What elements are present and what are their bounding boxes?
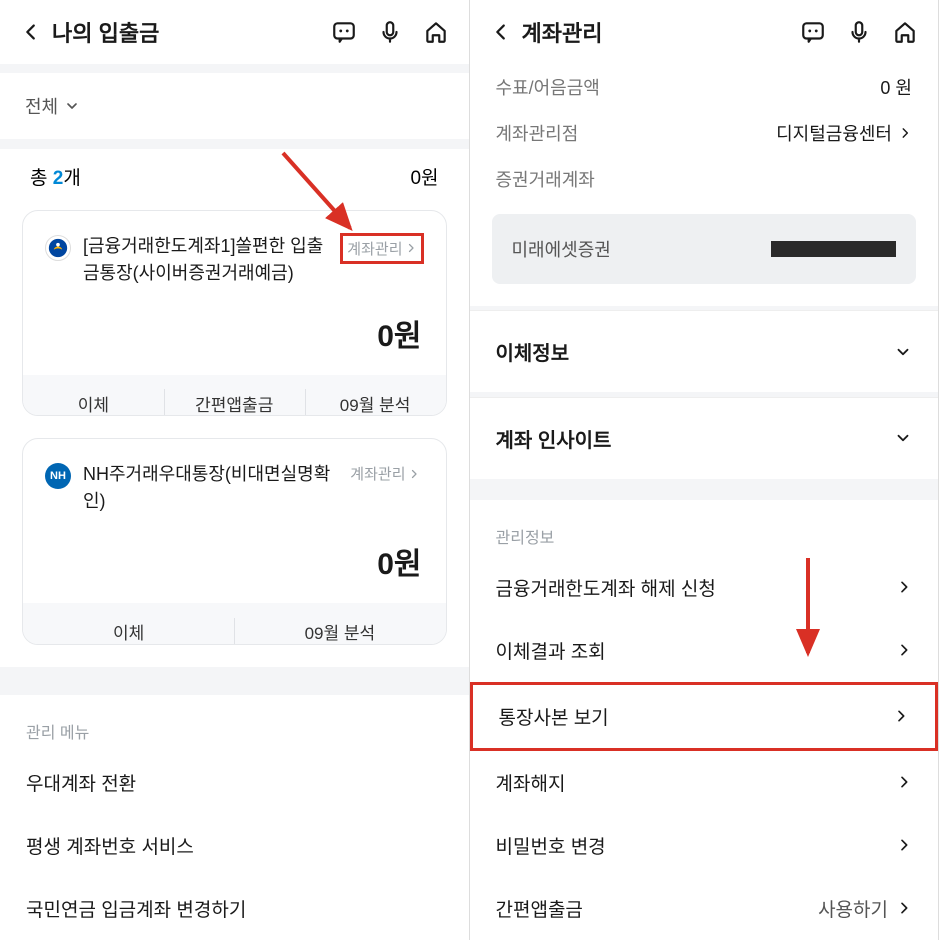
transfer-info-expander[interactable]: 이체정보: [470, 310, 939, 392]
chatbot-icon[interactable]: [331, 19, 357, 45]
total-pre: 총: [30, 168, 53, 189]
bank-logo-shinhan: [45, 235, 71, 261]
account-name: [금융거래한도계좌1]쏠편한 입출금통장(사이버증권거래예금): [83, 233, 328, 287]
mgmt-transfer-result[interactable]: 이체결과 조회: [470, 619, 939, 682]
chevron-right-icon: [896, 579, 912, 595]
mgmt-bankbook-copy[interactable]: 통장사본 보기: [470, 682, 939, 751]
expander-label: 이체정보: [496, 337, 570, 366]
filter-dropdown[interactable]: 전체: [0, 73, 469, 139]
home-icon[interactable]: [423, 19, 449, 45]
account-insight-expander[interactable]: 계좌 인사이트: [470, 397, 939, 479]
menu-text: 평생 계좌번호 서비스: [26, 832, 194, 859]
balance: 0원: [23, 287, 446, 375]
transfer-button[interactable]: 이체: [23, 375, 164, 417]
chevron-right-icon: [896, 642, 912, 658]
account-card: [금융거래한도계좌1]쏠편한 입출금통장(사이버증권거래예금) 계좌관리 0원 …: [22, 210, 447, 417]
chevron-right-icon: [898, 126, 912, 140]
mgmt-label: 계좌관리: [347, 238, 402, 259]
home-icon[interactable]: [892, 19, 918, 45]
menu-text: 계좌해지: [496, 769, 566, 796]
account-manage-link[interactable]: 계좌관리: [340, 233, 423, 264]
menu-lifetime-account[interactable]: 평생 계좌번호 서비스: [0, 814, 469, 877]
menu-text: 통장사본 보기: [499, 703, 609, 730]
info-value: 0 원: [880, 74, 912, 100]
mgmt-limit-release[interactable]: 금융거래한도계좌 해제 신청: [470, 556, 939, 619]
header: 나의 입출금: [0, 0, 469, 64]
page-title: 계좌관리: [522, 16, 791, 48]
menu-text: 금융거래한도계좌 해제 신청: [496, 574, 716, 601]
menu-action-text: 사용하기: [818, 895, 888, 922]
info-row-securities: 증권거래계좌: [470, 156, 939, 202]
quick-withdraw-button[interactable]: 간편앱출금: [164, 375, 305, 417]
mgmt-change-password[interactable]: 비밀번호 변경: [470, 814, 939, 877]
mic-icon[interactable]: [377, 19, 403, 45]
menu-text: 이체결과 조회: [496, 637, 606, 664]
account-manage-link[interactable]: 계좌관리: [346, 461, 423, 486]
redacted-bar: [771, 241, 896, 257]
analysis-button[interactable]: 09월 분석: [305, 375, 446, 417]
menu-pension-account[interactable]: 국민연금 입금계좌 변경하기: [0, 877, 469, 940]
info-value: 디지털금융센터: [776, 120, 892, 146]
menu-section-label: 관리 메뉴: [0, 695, 469, 751]
info-key: 계좌관리점: [496, 120, 579, 146]
mgmt-section-label: 관리정보: [470, 500, 939, 556]
expander-label: 계좌 인사이트: [496, 424, 612, 453]
bank-logo-nh: NH: [45, 463, 71, 489]
analysis-button[interactable]: 09월 분석: [234, 603, 445, 645]
info-key: 수표/어음금액: [496, 74, 600, 100]
account-name: NH주거래우대통장(비대면실명확인): [83, 461, 334, 515]
menu-text: 국민연금 입금계좌 변경하기: [26, 895, 246, 922]
mgmt-quick-withdraw[interactable]: 간편앱출금 사용하기: [470, 877, 939, 940]
chevron-right-icon: [896, 774, 912, 790]
balance: 0원: [23, 515, 446, 603]
filter-label: 전체: [25, 93, 58, 119]
total-post: 개: [63, 168, 80, 189]
header: 계좌관리: [470, 0, 939, 64]
chevron-down-icon: [894, 429, 912, 447]
chevron-right-icon: [405, 242, 417, 254]
total-count: 2: [53, 168, 64, 189]
info-row-branch[interactable]: 계좌관리점 디지털금융센터: [470, 110, 939, 156]
chevron-down-icon: [64, 98, 80, 114]
chatbot-icon[interactable]: [800, 19, 826, 45]
account-card: NH NH주거래우대통장(비대면실명확인) 계좌관리 0원 이체 09월 분석: [22, 438, 447, 645]
mgmt-close-account[interactable]: 계좌해지: [470, 751, 939, 814]
info-row-check-amount: 수표/어음금액 0 원: [470, 64, 939, 110]
menu-prime-account[interactable]: 우대계좌 전환: [0, 751, 469, 814]
back-icon[interactable]: [490, 21, 512, 43]
info-key: 증권거래계좌: [496, 166, 595, 192]
summary: 총 2개 0원: [0, 149, 469, 210]
menu-text: 간편앱출금: [496, 895, 583, 922]
chevron-right-icon: [408, 468, 420, 480]
chevron-right-icon: [896, 900, 912, 916]
securities-name: 미래에셋증권: [512, 236, 611, 262]
menu-text: 비밀번호 변경: [496, 832, 606, 859]
transfer-button[interactable]: 이체: [23, 603, 234, 645]
chevron-right-icon: [893, 708, 909, 724]
mgmt-label: 계좌관리: [350, 463, 405, 484]
left-pane: 나의 입출금 전체 총 2개 0원: [0, 0, 470, 940]
total-amount: 0원: [410, 163, 438, 190]
menu-text: 우대계좌 전환: [26, 769, 136, 796]
right-pane: 계좌관리 수표/어음금액 0 원 계좌관리점 디지털금융센터 증권거래계좌 미래…: [470, 0, 939, 940]
back-icon[interactable]: [20, 21, 42, 43]
page-title: 나의 입출금: [52, 16, 321, 48]
mic-icon[interactable]: [846, 19, 872, 45]
securities-box: 미래에셋증권: [492, 214, 917, 284]
chevron-right-icon: [896, 837, 912, 853]
chevron-down-icon: [894, 343, 912, 361]
